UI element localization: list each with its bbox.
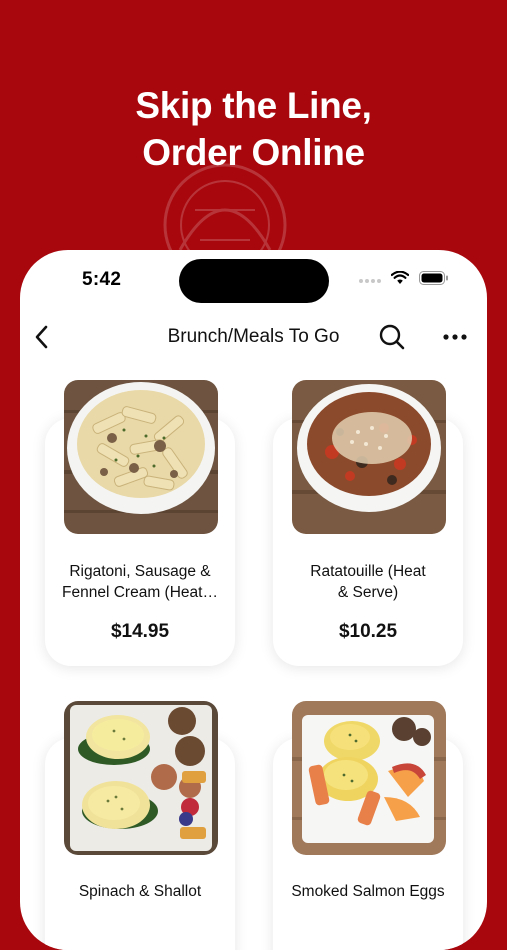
product-name: Rigatoni, Sausage & Fennel Cream (Heat…: [62, 563, 218, 601]
wifi-icon: [391, 271, 409, 284]
status-time: 5:42: [82, 269, 122, 290]
product-image-ratatouille[interactable]: [292, 380, 446, 534]
status-icons: [359, 271, 449, 285]
dynamic-island: [179, 259, 329, 303]
signal-icon: [359, 273, 381, 283]
phone-screen: 5:42 Brunch/Meals To Go Rigatoni, Sausag…: [20, 250, 487, 950]
page-title: Brunch/Meals To Go: [167, 326, 340, 347]
product-name: Ratatouille (Heat & Serve): [310, 563, 426, 601]
product-image-smoked-salmon-eggs[interactable]: [292, 701, 446, 855]
battery-icon: [419, 271, 448, 285]
promo-headline-line2: Order Online: [142, 132, 365, 173]
product-image-spinach-shallot[interactable]: [64, 701, 218, 855]
promo-headline: Skip the Line, Order Online: [0, 82, 507, 176]
product-image-rigatoni[interactable]: [64, 380, 218, 534]
promo-headline-line1: Skip the Line,: [135, 85, 372, 126]
product-name: Spinach & Shallot: [78, 883, 202, 900]
product-price: $14.95: [110, 621, 170, 642]
search-icon[interactable]: [377, 322, 407, 352]
product-price: $10.25: [338, 621, 398, 642]
product-name: Smoked Salmon Eggs: [291, 883, 445, 900]
more-icon[interactable]: [440, 322, 470, 352]
nav-bar: Brunch/Meals To Go: [20, 316, 487, 358]
